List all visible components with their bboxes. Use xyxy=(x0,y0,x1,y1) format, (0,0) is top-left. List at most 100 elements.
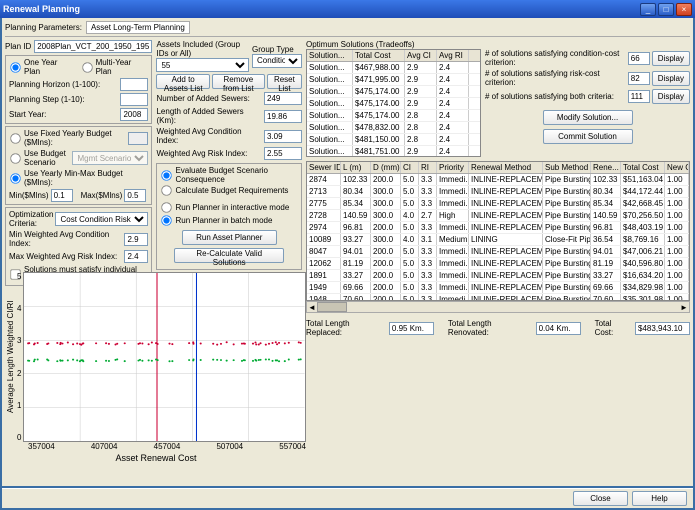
crit1-label: # of solutions satisfying condition-cost… xyxy=(485,49,628,67)
commit-solution-button[interactable]: Commit Solution xyxy=(543,129,633,144)
modify-solution-button[interactable]: Modify Solution... xyxy=(543,110,633,125)
solution-row[interactable]: Solution...$471,995.002.92.4 xyxy=(307,74,480,86)
crit2-label: # of solutions satisfying risk-cost crit… xyxy=(485,69,628,87)
one-year-label: One Year Plan xyxy=(24,58,75,76)
solution-row[interactable]: Solution...$481,150.002.82.4 xyxy=(307,134,480,146)
detail-row[interactable]: 2874102.33200.05.03.3Immedi...INLINE-REP… xyxy=(307,174,689,186)
tab-long-term-planning[interactable]: Asset Long-Term Planning xyxy=(86,21,190,34)
assets-header: Assets Included (Group IDs or All) xyxy=(156,40,240,58)
run-planner-button[interactable]: Run Asset Planner xyxy=(182,230,277,245)
step-input[interactable] xyxy=(120,93,148,106)
detail-row[interactable]: 297496.81200.05.03.3Immedi...INLINE-REPL… xyxy=(307,222,689,234)
minmax-radio[interactable] xyxy=(10,173,20,183)
reset-list-button[interactable]: Reset List xyxy=(267,74,302,89)
scenario-combo: Mgmt Scenario xyxy=(72,151,148,165)
crit3-display-button[interactable]: Display xyxy=(652,89,690,104)
mincond-input[interactable] xyxy=(124,233,148,246)
scenario-label: Use Budget Scenario xyxy=(24,149,69,167)
min-input[interactable] xyxy=(51,189,73,202)
horizon-label: Planning Horizon (1-100): xyxy=(9,80,120,89)
budget-group: Use Fixed Yearly Budget ($Mlns): Use Bud… xyxy=(5,126,152,205)
titlebar: Renewal Planning _ □ × xyxy=(0,0,695,18)
nadd-label: Number of Added Sewers: xyxy=(156,94,264,103)
run-mode-group: Evaluate Budget Scenario Consequence Cal… xyxy=(156,163,302,270)
optcrit-combo[interactable]: Cost Condition Risk xyxy=(55,212,148,226)
eval-radio[interactable] xyxy=(162,170,172,180)
scroll-thumb[interactable] xyxy=(317,302,347,312)
fixed-budget-input xyxy=(128,132,148,145)
solution-row[interactable]: Solution...$475,174.002.92.4 xyxy=(307,98,480,110)
detail-row[interactable]: 1008993.27300.04.03.1MediumLININGClose-F… xyxy=(307,234,689,246)
chart-yticks: 543210 xyxy=(15,272,23,442)
solution-row[interactable]: Solution...$475,174.002.82.4 xyxy=(307,110,480,122)
fixed-budget-radio[interactable] xyxy=(10,133,20,143)
batch-label: Run Planner in batch mode xyxy=(175,216,272,225)
horizon-input[interactable] xyxy=(120,78,148,91)
minmax-label: Use Yearly Min-Max Budget ($Mlns): xyxy=(24,169,148,187)
solutions-grid[interactable]: Solution...Total CostAvg CIAvg RISolutio… xyxy=(306,49,481,157)
detail-row[interactable]: 189133.27200.05.03.3Immedi...INLINE-REPL… xyxy=(307,270,689,282)
eval-label: Evaluate Budget Scenario Consequence xyxy=(175,166,298,184)
chart-ylabel: Average Length Weighted CI/RI xyxy=(6,272,15,442)
planning-parameters-label: Planning Parameters: xyxy=(5,23,82,32)
tln-label: Total Length Renovated: xyxy=(448,319,532,337)
detail-row[interactable]: 194870.60200.05.03.3Immedi...INLINE-REPL… xyxy=(307,294,689,301)
scroll-left-icon[interactable]: ◄ xyxy=(307,303,317,312)
assets-combo[interactable]: 55 xyxy=(156,58,249,72)
tc-value xyxy=(635,322,690,335)
solution-row[interactable]: Solution...$478,832.002.82.4 xyxy=(307,122,480,134)
client-area: Planning Parameters: Asset Long-Term Pla… xyxy=(2,18,693,486)
chart-xticks: 357004407004457004507004557004 xyxy=(28,442,306,451)
grouptype-combo[interactable]: Condition xyxy=(252,54,302,68)
detail-row[interactable]: 194969.66200.05.03.3Immedi...INLINE-REPL… xyxy=(307,282,689,294)
interactive-radio[interactable] xyxy=(162,202,172,212)
detail-row[interactable]: 2728140.59300.04.02.7HighINLINE-REPLACEM… xyxy=(307,210,689,222)
plan-id-label: Plan ID xyxy=(5,42,31,51)
detail-row[interactable]: 804794.01200.05.03.3Immedi...INLINE-REPL… xyxy=(307,246,689,258)
add-assets-button[interactable]: Add to Assets List xyxy=(156,74,209,89)
close-dialog-button[interactable]: Close xyxy=(573,491,628,506)
startyear-label: Start Year: xyxy=(9,110,120,119)
crit3-label: # of solutions satisfying both criteria: xyxy=(485,92,628,101)
max-input[interactable] xyxy=(124,189,146,202)
wrisk-label: Weighted Avg Risk Index: xyxy=(156,149,264,158)
detail-row[interactable]: 1206281.19200.05.03.3Immedi...INLINE-REP… xyxy=(307,258,689,270)
detail-grid[interactable]: Sewer IDL (m)D (mm)CIRIPriorityRenewal M… xyxy=(306,161,690,301)
maximize-button[interactable]: □ xyxy=(658,3,674,16)
maxrisk-input[interactable] xyxy=(124,250,148,263)
scroll-right-icon[interactable]: ► xyxy=(679,303,689,312)
tlr-value xyxy=(389,322,434,335)
solution-row[interactable]: Solution...$481,751.002.92.4 xyxy=(307,146,480,157)
minimize-button[interactable]: _ xyxy=(640,3,656,16)
crit2-display-button[interactable]: Display xyxy=(652,71,690,86)
recalc-button[interactable]: Re-Calculate Valid Solutions xyxy=(174,248,284,263)
detail-hscroll[interactable]: ◄ ► xyxy=(306,301,690,313)
calc-label: Calculate Budget Requirements xyxy=(175,186,288,195)
calc-radio[interactable] xyxy=(162,185,172,195)
solution-row[interactable]: Solution...$467,988.002.92.4 xyxy=(307,62,480,74)
wcond-label: Weighted Avg Condition Index: xyxy=(156,127,264,145)
tln-value xyxy=(536,322,581,335)
crit1-display-button[interactable]: Display xyxy=(652,51,690,66)
ladd-label: Length of Added Sewers (Km): xyxy=(156,107,264,125)
solution-row[interactable]: Solution...$475,174.002.92.4 xyxy=(307,86,480,98)
one-year-radio[interactable] xyxy=(10,62,20,72)
tc-label: Total Cost: xyxy=(595,319,631,337)
crit2-value xyxy=(628,72,650,85)
crit1-value xyxy=(628,52,650,65)
detail-row[interactable]: 271380.34300.05.03.3Immedi...INLINE-REPL… xyxy=(307,186,689,198)
batch-radio[interactable] xyxy=(162,215,172,225)
close-button[interactable]: × xyxy=(676,3,692,16)
crit3-value xyxy=(628,90,650,103)
multi-year-label: Multi-Year Plan xyxy=(96,58,149,76)
multi-year-radio[interactable] xyxy=(82,62,92,72)
scenario-radio[interactable] xyxy=(10,153,20,163)
mincond-label: Min Weighted Avg Condition Index: xyxy=(9,230,124,248)
plan-id-input[interactable] xyxy=(34,40,152,53)
remove-assets-button[interactable]: Remove from List xyxy=(212,74,265,89)
wrisk-input xyxy=(264,147,302,160)
chart-area xyxy=(23,272,306,442)
help-button[interactable]: Help xyxy=(632,491,687,506)
detail-row[interactable]: 277585.34300.05.03.3Immedi...INLINE-REPL… xyxy=(307,198,689,210)
startyear-input[interactable] xyxy=(120,108,148,121)
